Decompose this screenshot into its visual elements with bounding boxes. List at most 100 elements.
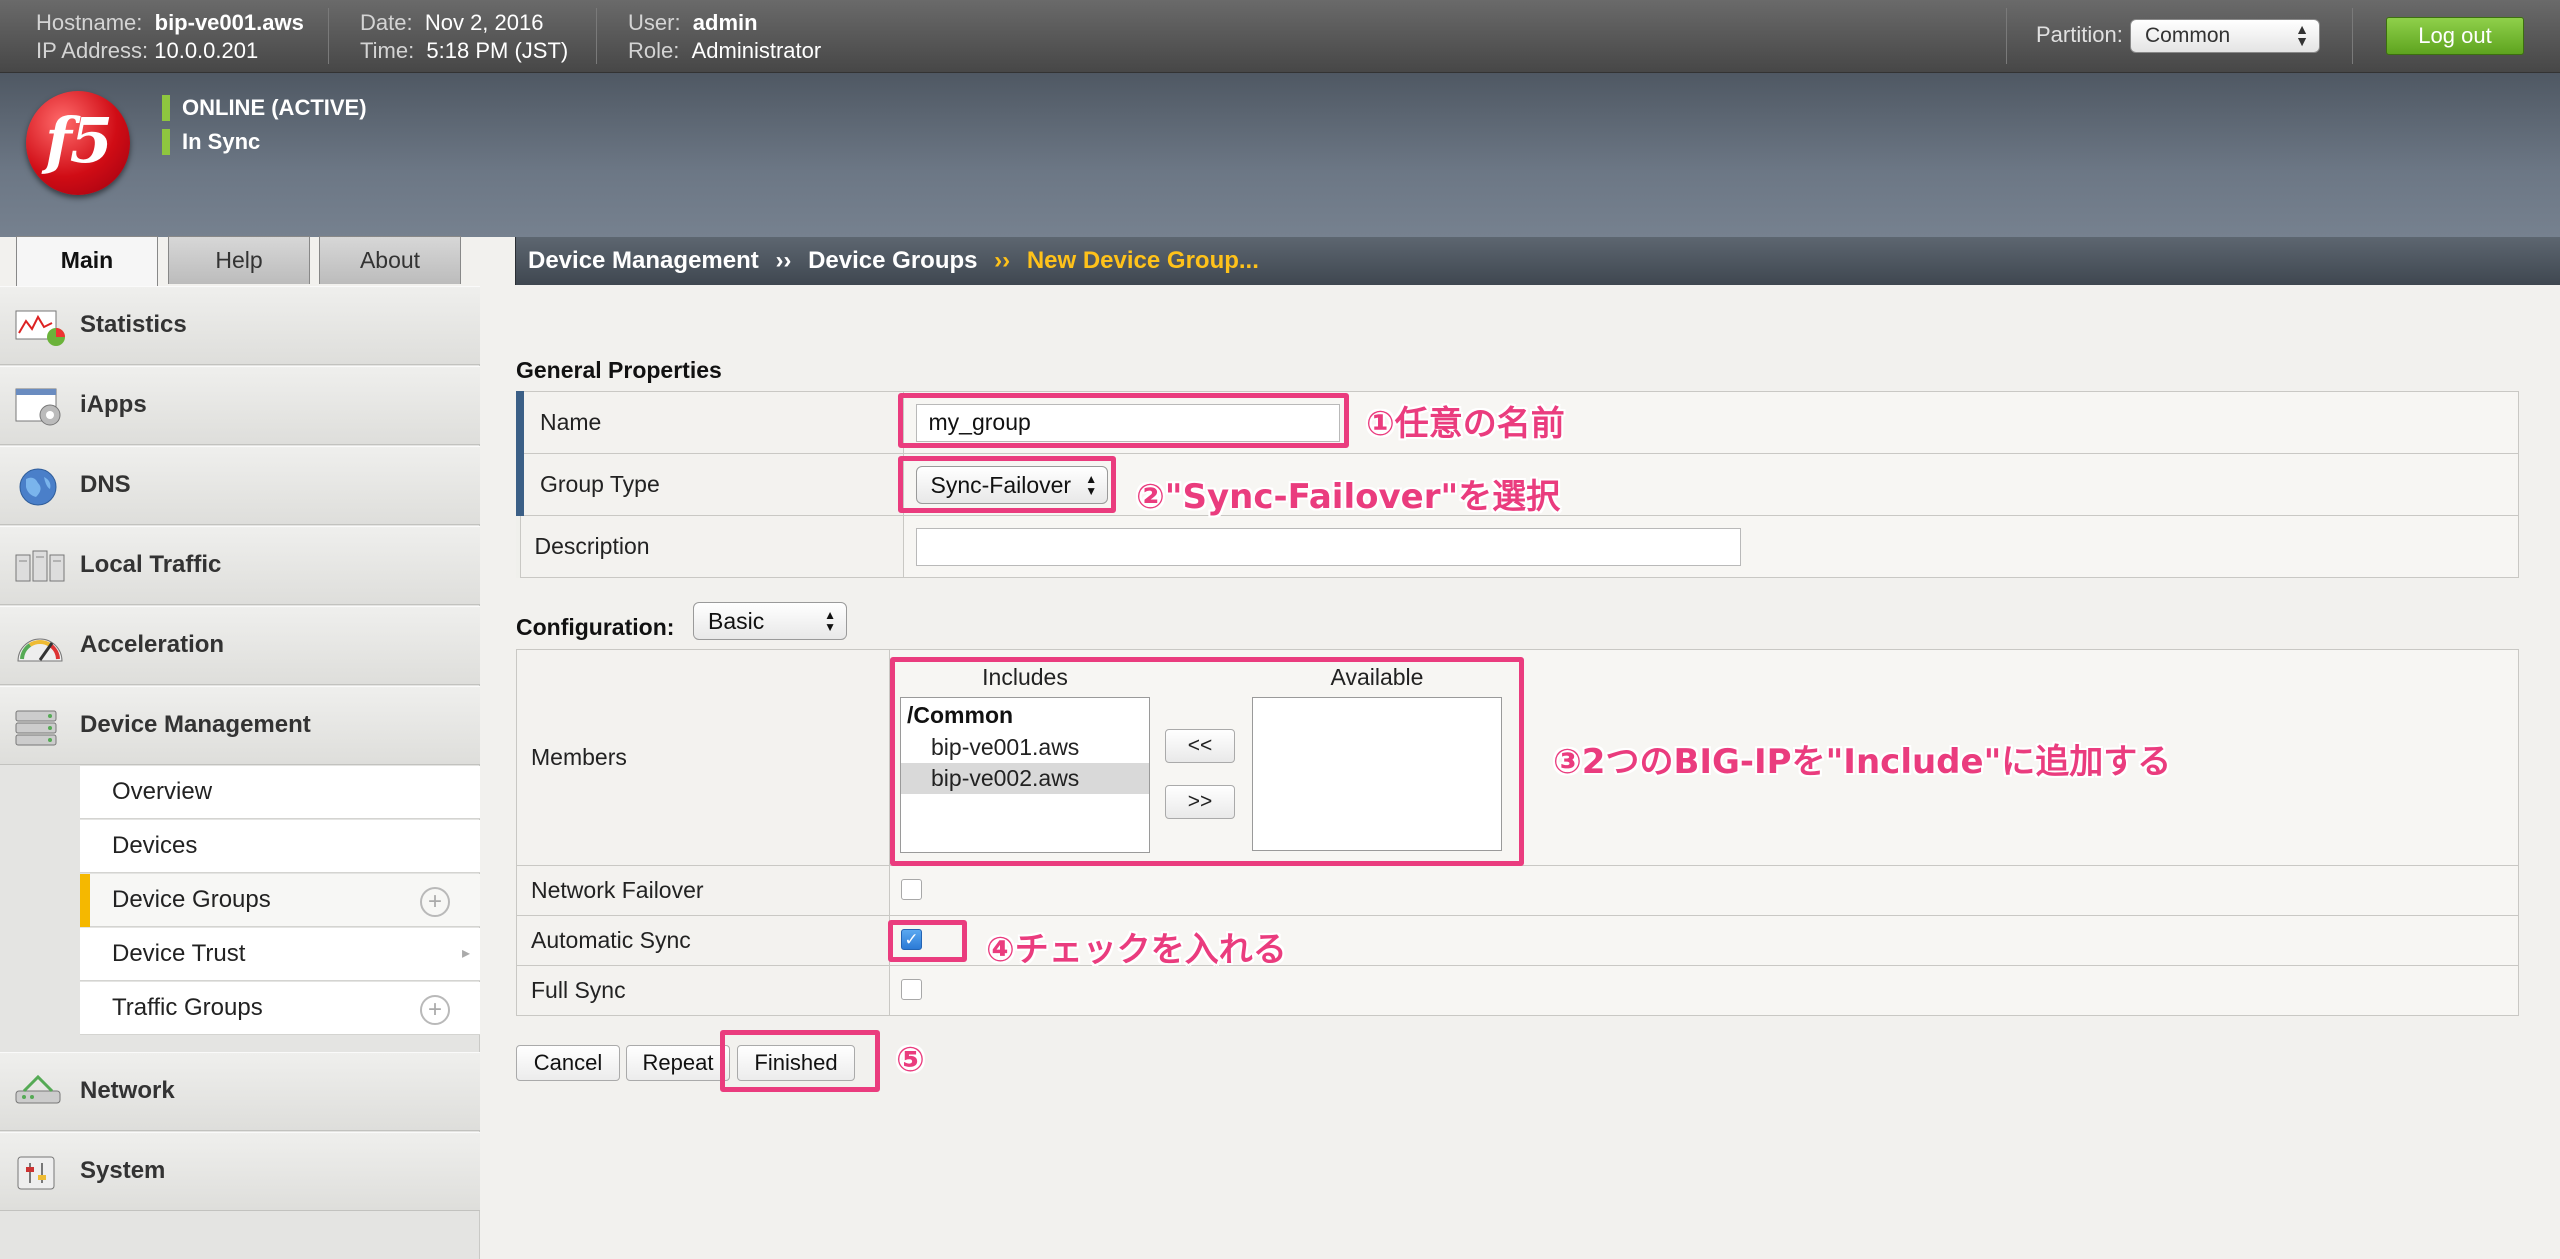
- sidebar-item-label: iApps: [80, 391, 147, 418]
- annotation-1: ①任意の名前: [1366, 404, 1565, 444]
- subnav-overview[interactable]: Overview: [80, 766, 480, 819]
- row-description: Description: [519, 515, 2519, 578]
- subnav-traffic-groups[interactable]: Traffic Groups +: [80, 982, 480, 1035]
- name-label: Name: [516, 391, 904, 454]
- network-failover-label: Network Failover: [516, 865, 890, 916]
- add-device-group-icon[interactable]: +: [420, 887, 450, 917]
- sidebar-item-acceleration[interactable]: Acceleration: [0, 606, 480, 685]
- cancel-button[interactable]: Cancel: [516, 1045, 620, 1081]
- sidebar-item-dns[interactable]: DNS: [0, 446, 480, 525]
- repeat-button[interactable]: Repeat: [626, 1045, 730, 1081]
- row-automatic-sync: Automatic Sync: [516, 915, 2519, 966]
- user-value: admin: [692, 10, 758, 35]
- system-icon: [17, 1156, 55, 1190]
- sidebar-item-label: Device Management: [80, 711, 311, 738]
- hostname-label: Hostname:: [36, 10, 143, 35]
- host-info: Hostname: bip-ve001.aws IP Address: 10.0…: [36, 9, 304, 65]
- sidebar-item-device-management[interactable]: Device Management: [0, 686, 480, 765]
- chevron-right-icon: ▸: [461, 945, 470, 962]
- partition-select[interactable]: Common ▲ ▼: [2130, 19, 2320, 53]
- members-label: Members: [516, 649, 890, 866]
- time-label: Time:: [360, 38, 415, 63]
- acceleration-gauge-icon: [17, 638, 63, 662]
- subnav-label: Traffic Groups: [112, 994, 263, 1021]
- sidebar-item-label: DNS: [80, 471, 131, 498]
- subnav-devices[interactable]: Devices: [80, 820, 480, 873]
- subnav-label: Device Trust: [112, 940, 246, 967]
- sidebar-item-label: System: [80, 1157, 166, 1184]
- user-label: User:: [628, 10, 681, 35]
- hostname-value: bip-ve001.aws: [154, 10, 304, 35]
- device-management-icon: [15, 710, 57, 746]
- date-value: Nov 2, 2016: [424, 10, 544, 35]
- status-sync-text: In Sync: [182, 129, 261, 154]
- breadcrumb-current: New Device Group...: [1026, 247, 1259, 274]
- annotation-highlight-members: [890, 657, 1524, 866]
- subnav-label: Device Groups: [112, 886, 271, 913]
- sidebar-item-network[interactable]: Network: [0, 1052, 480, 1131]
- description-input[interactable]: [915, 527, 1741, 566]
- full-sync-label: Full Sync: [516, 965, 890, 1016]
- network-failover-checkbox[interactable]: [901, 879, 922, 900]
- subnav-device-trust[interactable]: Device Trust ▸: [80, 928, 480, 981]
- date-label: Date:: [360, 10, 413, 35]
- divider: [328, 8, 329, 64]
- iapps-icon: [15, 388, 61, 426]
- ip-label: IP Address:: [36, 38, 149, 63]
- statistics-icon: [15, 310, 65, 346]
- breadcrumb-device-management[interactable]: Device Management: [528, 247, 759, 274]
- sidebar-item-label: Statistics: [80, 311, 187, 338]
- subnav-device-groups[interactable]: Device Groups +: [80, 874, 480, 927]
- configuration-label: Configuration:: [516, 614, 675, 640]
- annotation-highlight-automatic-sync: [888, 920, 967, 962]
- annotation-highlight-name: [898, 393, 1349, 448]
- annotation-4: ④チェックを入れる: [986, 930, 1287, 970]
- partition-value: Common: [2145, 24, 2231, 47]
- annotation-5: ⑤: [896, 1040, 925, 1080]
- configuration-mode-value: Basic: [708, 608, 765, 634]
- breadcrumb-separator: ››: [775, 247, 792, 274]
- row-network-failover: Network Failover: [516, 865, 2519, 916]
- sidebar-item-statistics[interactable]: Statistics: [0, 286, 480, 365]
- breadcrumb-device-groups[interactable]: Device Groups: [808, 247, 977, 274]
- role-label: Role:: [628, 38, 680, 63]
- row-full-sync: Full Sync: [516, 965, 2519, 1016]
- network-icon: [15, 1074, 61, 1104]
- tab-about[interactable]: About: [319, 236, 461, 284]
- annotation-highlight-group-type: [898, 456, 1116, 513]
- divider: [596, 8, 597, 64]
- header-banner: f5 ONLINE (ACTIVE) In Sync: [0, 73, 2560, 237]
- sidebar-item-local-traffic[interactable]: Local Traffic: [0, 526, 480, 605]
- subnav-label: Overview: [112, 778, 213, 805]
- sidebar-item-iapps[interactable]: iApps: [0, 366, 480, 445]
- datetime-info: Date: Nov 2, 2016 Time: 5:18 PM (JST): [360, 9, 568, 65]
- sidebar-item-label: Acceleration: [80, 631, 225, 658]
- subnav-label: Devices: [112, 832, 198, 859]
- description-cell: [902, 515, 2519, 578]
- breadcrumb: Device Management ›› Device Groups ›› Ne…: [515, 237, 2560, 285]
- add-traffic-group-icon[interactable]: +: [420, 995, 450, 1025]
- status-indicator: [162, 129, 170, 155]
- annotation-highlight-finished: [720, 1030, 880, 1092]
- select-arrows-icon: ▲ ▼: [824, 608, 836, 634]
- tab-main[interactable]: Main: [16, 236, 158, 286]
- status-sync: In Sync: [162, 129, 260, 155]
- sidebar: Statistics iApps DNS Local Traffic Accel…: [0, 286, 480, 1259]
- configuration-mode-select[interactable]: Basic ▲ ▼: [693, 602, 847, 640]
- f5-logo: f5: [26, 91, 130, 195]
- breadcrumb-separator: ››: [994, 247, 1011, 274]
- logout-button[interactable]: Log out: [2386, 17, 2524, 55]
- tab-help[interactable]: Help: [168, 236, 310, 284]
- time-value: 5:18 PM (JST): [426, 38, 569, 63]
- annotation-3: ③2つのBIG-IPを"Include"に追加する: [1553, 742, 2172, 782]
- divider: [2006, 8, 2007, 64]
- role-value: Administrator: [691, 38, 822, 63]
- top-status-bar: Hostname: bip-ve001.aws IP Address: 10.0…: [0, 0, 2560, 73]
- full-sync-checkbox[interactable]: [901, 979, 922, 1000]
- sidebar-item-label: Local Traffic: [80, 551, 222, 578]
- divider: [2352, 8, 2353, 64]
- network-failover-cell: [889, 865, 2519, 916]
- local-traffic-icon: [15, 550, 65, 582]
- status-online-text: ONLINE (ACTIVE): [182, 95, 367, 120]
- sidebar-item-system[interactable]: System: [0, 1132, 480, 1211]
